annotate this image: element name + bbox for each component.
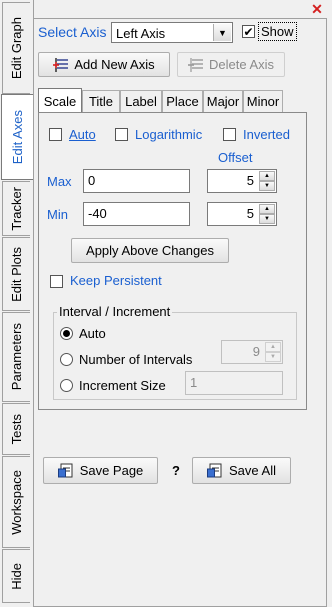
tab-workspace-label: Workspace bbox=[9, 469, 24, 535]
save-page-label: Save Page bbox=[79, 463, 144, 478]
close-icon[interactable]: ✕ bbox=[309, 1, 325, 17]
select-axis-label: Select Axis bbox=[38, 24, 107, 40]
increment-size-value: 1 bbox=[190, 375, 198, 390]
spin-up-icon[interactable]: ▲ bbox=[259, 171, 275, 181]
save-page-icon bbox=[57, 463, 73, 478]
tab-tracker-label: Tracker bbox=[9, 186, 24, 231]
increment-size-radio[interactable] bbox=[60, 379, 73, 392]
spin-up-icon[interactable]: ▲ bbox=[259, 204, 275, 214]
delete-axis-label: Delete Axis bbox=[208, 57, 275, 72]
show-label[interactable]: Show bbox=[258, 22, 297, 41]
add-new-axis-button[interactable]: Add New Axis bbox=[38, 52, 170, 77]
tab-hide[interactable]: Hide bbox=[2, 549, 30, 603]
max-label: Max bbox=[47, 174, 72, 189]
interval-count-value: 9 bbox=[252, 344, 260, 359]
max-offset-value: 5 bbox=[246, 173, 254, 188]
chevron-down-icon[interactable]: ▼ bbox=[213, 24, 231, 41]
tab-hide-label: Hide bbox=[9, 562, 24, 590]
tab-major-label: Major bbox=[206, 94, 240, 109]
tab-edit-axes[interactable]: Edit Axes bbox=[1, 94, 33, 180]
offset-label: Offset bbox=[218, 150, 253, 165]
min-offset-value: 5 bbox=[246, 206, 254, 221]
tab-label-label: Label bbox=[125, 94, 157, 109]
add-axis-icon bbox=[53, 57, 69, 72]
interval-group-label: Interval / Increment bbox=[57, 304, 173, 319]
auto-scale-checkbox[interactable] bbox=[49, 128, 62, 141]
interval-count-radio[interactable] bbox=[60, 353, 73, 366]
tab-parameters-label: Parameters bbox=[9, 323, 24, 391]
max-input[interactable]: 0 bbox=[83, 169, 190, 193]
interval-auto-radio[interactable] bbox=[60, 327, 73, 340]
apply-changes-label: Apply Above Changes bbox=[86, 243, 214, 258]
select-axis-combo[interactable]: Left Axis ▼ bbox=[111, 22, 233, 43]
tab-title-label: Title bbox=[88, 94, 114, 109]
inverted-label[interactable]: Inverted bbox=[243, 127, 290, 142]
tab-tests[interactable]: Tests bbox=[2, 403, 30, 455]
save-all-label: Save All bbox=[229, 463, 276, 478]
min-offset-stepper[interactable]: 5 ▲ ▼ bbox=[207, 202, 277, 226]
auto-scale-label[interactable]: Auto bbox=[69, 127, 96, 142]
show-checkbox[interactable]: ✔ bbox=[242, 25, 255, 38]
increment-size-label[interactable]: Increment Size bbox=[79, 378, 166, 393]
increment-size-input[interactable]: 1 bbox=[185, 371, 283, 395]
max-value: 0 bbox=[88, 173, 96, 188]
interval-auto-label[interactable]: Auto bbox=[79, 326, 106, 341]
interval-count-label[interactable]: Number of Intervals bbox=[79, 352, 192, 367]
tab-parameters[interactable]: Parameters bbox=[2, 312, 30, 402]
help-icon[interactable]: ? bbox=[172, 463, 180, 478]
select-axis-value: Left Axis bbox=[116, 26, 166, 41]
logarithmic-label[interactable]: Logarithmic bbox=[135, 127, 202, 142]
tab-title[interactable]: Title bbox=[82, 90, 120, 112]
tab-tests-label: Tests bbox=[9, 413, 24, 445]
tab-workspace[interactable]: Workspace bbox=[2, 456, 30, 548]
tab-label[interactable]: Label bbox=[120, 90, 162, 112]
delete-axis-button[interactable]: Delete Axis bbox=[177, 52, 285, 77]
tab-edit-plots[interactable]: Edit Plots bbox=[2, 237, 30, 311]
min-input[interactable]: -40 bbox=[83, 202, 190, 226]
tab-place-label: Place bbox=[166, 94, 199, 109]
tab-minor-label: Minor bbox=[246, 94, 280, 109]
save-all-icon bbox=[207, 463, 222, 478]
spin-down-icon[interactable]: ▼ bbox=[259, 214, 275, 224]
min-label: Min bbox=[47, 207, 68, 222]
spin-down-icon[interactable]: ▼ bbox=[265, 352, 281, 362]
max-offset-stepper[interactable]: 5 ▲ ▼ bbox=[207, 169, 277, 193]
keep-persistent-label[interactable]: Keep Persistent bbox=[70, 273, 162, 288]
tab-tracker[interactable]: Tracker bbox=[2, 181, 30, 236]
tab-scale[interactable]: Scale bbox=[38, 88, 82, 113]
tab-edit-axes-label: Edit Axes bbox=[10, 109, 25, 165]
keep-persistent-checkbox[interactable] bbox=[50, 275, 63, 288]
spin-down-icon[interactable]: ▼ bbox=[259, 181, 275, 191]
tab-major[interactable]: Major bbox=[203, 90, 243, 112]
interval-count-stepper[interactable]: 9 ▲ ▼ bbox=[221, 340, 283, 364]
save-page-button[interactable]: Save Page bbox=[43, 457, 158, 484]
min-value: -40 bbox=[88, 206, 107, 221]
apply-changes-button[interactable]: Apply Above Changes bbox=[71, 238, 229, 263]
add-new-axis-label: Add New Axis bbox=[74, 57, 155, 72]
vertical-tab-strip: Edit Graph Edit Axes Tracker Edit Plots … bbox=[0, 0, 34, 607]
logarithmic-checkbox[interactable] bbox=[115, 128, 128, 141]
inverted-checkbox[interactable] bbox=[223, 128, 236, 141]
save-all-button[interactable]: Save All bbox=[192, 457, 291, 484]
tab-scale-label: Scale bbox=[43, 93, 77, 109]
tab-place[interactable]: Place bbox=[162, 90, 203, 112]
tab-edit-plots-label: Edit Plots bbox=[9, 246, 24, 302]
tab-minor[interactable]: Minor bbox=[243, 90, 283, 112]
spin-up-icon[interactable]: ▲ bbox=[265, 342, 281, 352]
tab-edit-graph-label: Edit Graph bbox=[9, 16, 24, 80]
delete-axis-icon bbox=[187, 57, 203, 72]
tab-edit-graph[interactable]: Edit Graph bbox=[2, 2, 30, 94]
